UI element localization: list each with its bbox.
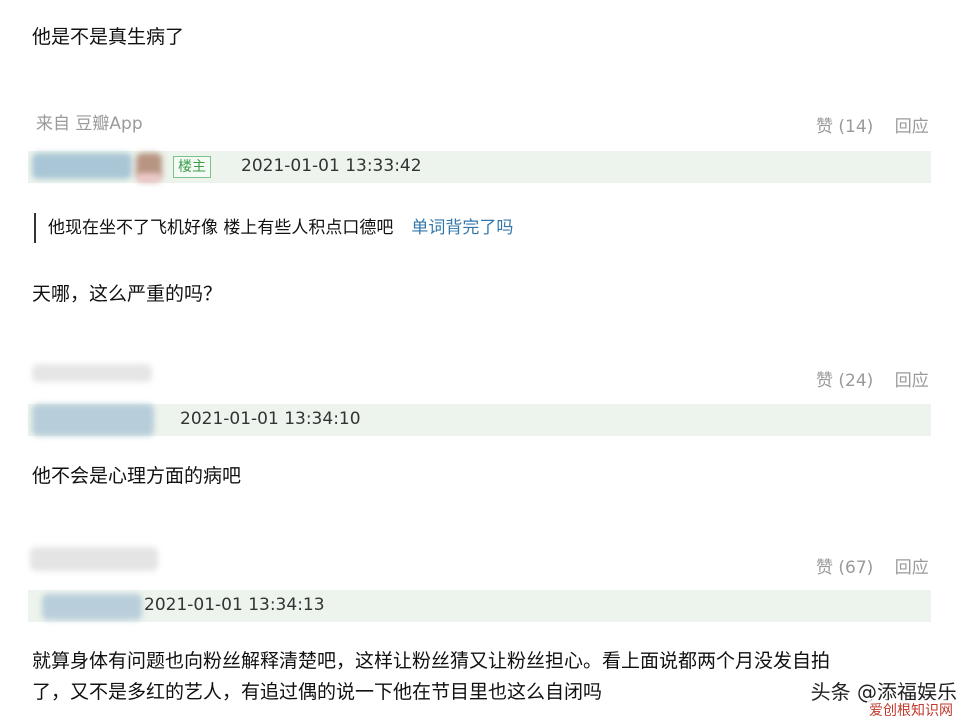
comment-text: 他不会是心理方面的病吧	[32, 465, 242, 487]
comment-timestamp: 2021-01-01 13:33:42	[241, 156, 422, 176]
op-badge: 楼主	[173, 156, 211, 178]
reply-button[interactable]: 回应	[895, 366, 929, 391]
comment-author-bar: 2021-01-01 13:34:13	[28, 590, 931, 622]
quoted-text: 他现在坐不了飞机好像 楼上有些人积点口德吧	[48, 218, 394, 238]
comment-actions: 赞 (24) 回应	[816, 366, 929, 391]
comment-source-blurred	[32, 360, 162, 386]
comment-actions: 赞 (67) 回应	[816, 553, 929, 578]
comment-text-line: 了，又不是多红的艺人，有追过偶的说一下他在节目里也这么自闭吗	[32, 681, 603, 703]
like-button[interactable]: 赞 (14)	[816, 112, 873, 137]
avatar	[136, 173, 162, 183]
quoted-author-link[interactable]: 单词背完了吗	[411, 218, 513, 238]
avatar	[42, 594, 142, 620]
avatar	[32, 404, 154, 436]
like-button[interactable]: 赞 (67)	[816, 553, 873, 578]
comment-actions: 赞 (14) 回应	[816, 112, 929, 137]
comment-author-bar: 2021-01-01 13:34:10	[28, 404, 931, 436]
comment-text-line: 就算身体有问题也向粉丝解释清楚吧，这样让粉丝猜又让粉丝担心。看上面说都两个月没发…	[32, 650, 831, 672]
comment-author-bar: 楼主 2021-01-01 13:33:42	[28, 151, 931, 183]
comment-timestamp: 2021-01-01 13:34:10	[180, 409, 361, 429]
like-button[interactable]: 赞 (24)	[816, 366, 873, 391]
comment-text: 他是不是真生病了	[32, 26, 185, 48]
comment-text: 天哪，这么严重的吗？	[32, 283, 223, 305]
reply-button[interactable]: 回应	[895, 553, 929, 578]
comment-source-blurred	[30, 545, 170, 575]
comment-source: 来自 豆瓣App	[36, 114, 143, 134]
comment-timestamp: 2021-01-01 13:34:13	[144, 595, 325, 615]
avatar	[32, 153, 132, 179]
reply-button[interactable]: 回应	[895, 112, 929, 137]
watermark-sub: 爱创根知识网	[867, 700, 955, 720]
quoted-reply: 他现在坐不了飞机好像 楼上有些人积点口德吧 单词背完了吗	[34, 213, 513, 243]
